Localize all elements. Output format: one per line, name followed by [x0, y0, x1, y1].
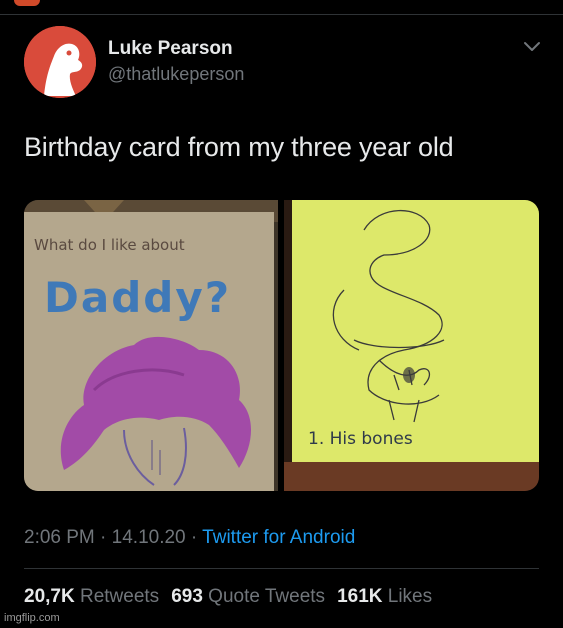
meta-separator: · — [100, 527, 107, 548]
tweet-time[interactable]: 2:06 PM — [24, 527, 95, 548]
quote-tweets-stat[interactable]: 693 Quote Tweets — [171, 586, 325, 607]
avatar[interactable] — [24, 26, 96, 98]
likes-label: Likes — [387, 586, 433, 607]
likes-stat[interactable]: 161K Likes — [337, 586, 432, 607]
card-line1: What do I like about — [34, 236, 185, 254]
retweets-count: 20,7K — [24, 586, 75, 607]
chevron-down-icon[interactable] — [522, 40, 542, 54]
tweet-media[interactable]: What do I like about Daddy? 1. His bones — [24, 200, 539, 491]
skull-eye — [403, 367, 415, 383]
author-name[interactable]: Luke Pearson — [108, 38, 233, 60]
cartoon-face-avatar-icon — [24, 26, 96, 98]
divider — [24, 568, 539, 569]
card-inside-photo[interactable]: 1. His bones — [284, 200, 539, 491]
tweet-text: Birthday card from my three year old — [24, 132, 454, 162]
retweets-stat[interactable]: 20,7K Retweets — [24, 586, 159, 607]
meta-separator: · — [190, 527, 198, 548]
likes-count: 161K — [337, 586, 383, 607]
card-caption: 1. His bones — [308, 429, 413, 449]
top-divider — [0, 14, 563, 15]
previous-tweet-avatar-edge — [14, 0, 40, 6]
tweet-date[interactable]: 14.10.20 — [112, 527, 186, 548]
tweet-source-link[interactable]: Twitter for Android — [202, 527, 355, 548]
quote-tweets-count: 693 — [171, 586, 203, 607]
tweet-meta: 2:06 PM · 14.10.20 · Twitter for Android — [24, 527, 355, 549]
watermark: imgflip.com — [4, 612, 60, 624]
card-line2: Daddy? — [44, 273, 231, 322]
card-cover-photo[interactable]: What do I like about Daddy? — [24, 200, 278, 491]
tweet-stats: 20,7K Retweets 693 Quote Tweets 161K Likes — [24, 586, 432, 608]
retweets-label: Retweets — [79, 586, 160, 607]
quote-tweets-label: Quote Tweets — [208, 586, 326, 607]
author-handle[interactable]: @thatlukeperson — [108, 64, 244, 85]
